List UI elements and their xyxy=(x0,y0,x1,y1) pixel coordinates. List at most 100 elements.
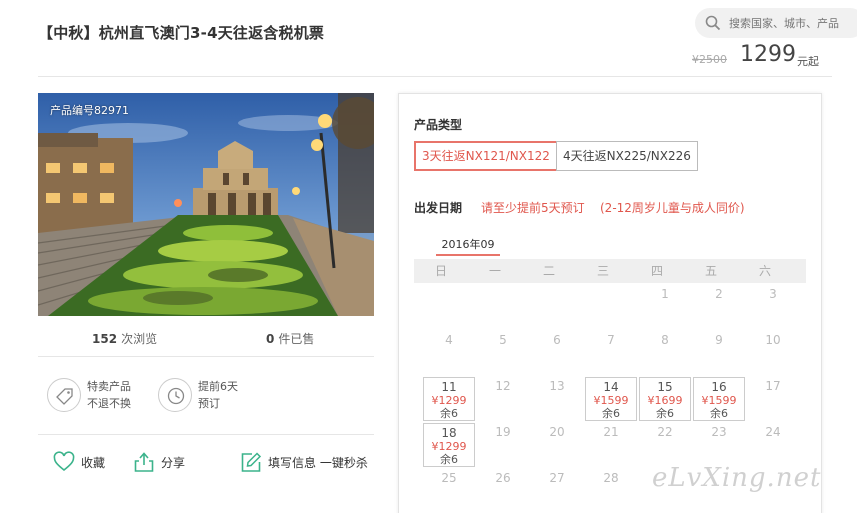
day-number: 13 xyxy=(549,379,565,393)
day-price: ¥1699 xyxy=(647,394,683,407)
quick-book-label: 填写信息 一键秒杀 xyxy=(268,456,368,470)
product-type-label: 产品类型 xyxy=(414,118,463,132)
booking-notice: 请至少提前5天预订 xyxy=(481,201,585,215)
calendar-day: 25 xyxy=(423,469,475,513)
day-number: 21 xyxy=(603,425,619,439)
calendar-day: 5 xyxy=(477,331,529,375)
current-price: 1299 xyxy=(740,42,796,67)
month-tab[interactable]: 2016年09 xyxy=(436,236,500,252)
search-input[interactable] xyxy=(729,13,857,33)
day-number: 25 xyxy=(441,471,457,485)
calendar-day: 4 xyxy=(423,331,475,375)
watermark: eLvXing.net xyxy=(652,463,822,493)
calendar-day: 20 xyxy=(531,423,583,467)
clock-icon xyxy=(167,387,185,405)
tag-icon xyxy=(56,388,73,405)
calendar-day: 21 xyxy=(585,423,637,467)
day-price: ¥1299 xyxy=(431,394,467,407)
child-price-notice: (2-12周岁儿童与成人同价) xyxy=(600,201,745,215)
day-number: 22 xyxy=(657,425,673,439)
day-remaining: 余6 xyxy=(440,453,458,466)
calendar-day: 19 xyxy=(477,423,529,467)
macau-ruins-image xyxy=(38,93,374,316)
day-number: 19 xyxy=(495,425,511,439)
calendar-day: 1 xyxy=(639,285,691,329)
feature-line1: 提前6天 xyxy=(198,380,238,393)
calendar-day-available[interactable]: 18 ¥1299 余6 xyxy=(423,423,475,467)
calendar-day: 13 xyxy=(531,377,583,421)
day-number: 14 xyxy=(603,380,619,394)
day-number: 17 xyxy=(765,379,781,393)
calendar-day: 7 xyxy=(585,331,637,375)
day-number: 11 xyxy=(441,380,457,394)
calendar-weekday-header: 日一二三四五六 xyxy=(414,259,806,283)
calendar-day: 24 xyxy=(747,423,799,467)
day-price: ¥1299 xyxy=(431,440,467,453)
edit-icon xyxy=(241,452,262,472)
calendar-day-available[interactable]: 11 ¥1299 余6 xyxy=(423,377,475,421)
product-stats: 152 次浏览 0 件已售 xyxy=(38,330,374,348)
calendar-day: 10 xyxy=(747,331,799,375)
day-number: 20 xyxy=(549,425,565,439)
day-remaining: 余6 xyxy=(440,407,458,420)
page-title: 【中秋】杭州直飞澳门3-4天往返含税机票 xyxy=(38,24,325,42)
day-number: 4 xyxy=(445,333,453,347)
day-number: 18 xyxy=(441,426,457,440)
calendar-day: 6 xyxy=(531,331,583,375)
day-remaining: 余6 xyxy=(602,407,620,420)
day-remaining: 余6 xyxy=(656,407,674,420)
month-tab-underline xyxy=(436,254,500,256)
day-number: 1 xyxy=(661,287,669,301)
sold-count: 0 件已售 xyxy=(266,332,315,346)
share-icon xyxy=(134,452,154,472)
departure-date-label: 出发日期 xyxy=(414,201,463,215)
day-number: 6 xyxy=(553,333,561,347)
calendar-day: 17 xyxy=(747,377,799,421)
views-count: 152 次浏览 xyxy=(92,332,158,346)
search-icon[interactable] xyxy=(705,15,721,31)
heart-icon xyxy=(53,451,75,472)
weekday-label: 三 xyxy=(596,264,609,278)
option-4day[interactable]: 4天往返NX225/NX226 xyxy=(556,141,698,171)
favorite-label: 收藏 xyxy=(81,456,106,470)
calendar-day-available[interactable]: 15 ¥1699 余6 xyxy=(639,377,691,421)
weekday-label: 一 xyxy=(488,264,501,278)
weekday-label: 四 xyxy=(650,264,663,278)
booking-panel: 产品类型 3天往返NX121/NX122 4天往返NX225/NX226 出发日… xyxy=(398,93,822,513)
search-box[interactable] xyxy=(695,8,857,38)
calendar-day: 8 xyxy=(639,331,691,375)
day-number: 7 xyxy=(607,333,615,347)
feature-line1: 特卖产品 xyxy=(87,380,131,393)
day-number: 23 xyxy=(711,425,727,439)
weekday-label: 二 xyxy=(542,264,555,278)
day-price: ¥1599 xyxy=(701,394,737,407)
weekday-label: 六 xyxy=(758,264,771,278)
features-divider xyxy=(38,434,374,435)
calendar-day: 26 xyxy=(477,469,529,513)
option-3day[interactable]: 3天往返NX121/NX122 xyxy=(414,141,558,171)
product-photo: 产品编号82971 xyxy=(38,93,374,316)
calendar-day: 3 xyxy=(747,285,799,329)
product-code: 产品编号82971 xyxy=(50,104,129,117)
day-price: ¥1599 xyxy=(593,394,629,407)
day-number: 2 xyxy=(715,287,723,301)
calendar-day: 9 xyxy=(693,331,745,375)
calendar-day: 23 xyxy=(693,423,745,467)
day-number: 24 xyxy=(765,425,781,439)
calendar-day: 28 xyxy=(585,469,637,513)
header-divider xyxy=(38,76,832,77)
weekday-label: 日 xyxy=(434,264,447,278)
day-number: 12 xyxy=(495,379,511,393)
calendar-day: 12 xyxy=(477,377,529,421)
calendar-day-available[interactable]: 14 ¥1599 余6 xyxy=(585,377,637,421)
day-number: 3 xyxy=(769,287,777,301)
day-number: 27 xyxy=(549,471,565,485)
price-unit: 元起 xyxy=(797,55,819,68)
calendar-day: 2 xyxy=(693,285,745,329)
calendar-day-available[interactable]: 16 ¥1599 余6 xyxy=(693,377,745,421)
feature-line2: 不退不换 xyxy=(87,397,131,410)
day-number: 8 xyxy=(661,333,669,347)
day-number: 10 xyxy=(765,333,781,347)
share-label: 分享 xyxy=(161,456,186,470)
day-number: 16 xyxy=(711,380,727,394)
